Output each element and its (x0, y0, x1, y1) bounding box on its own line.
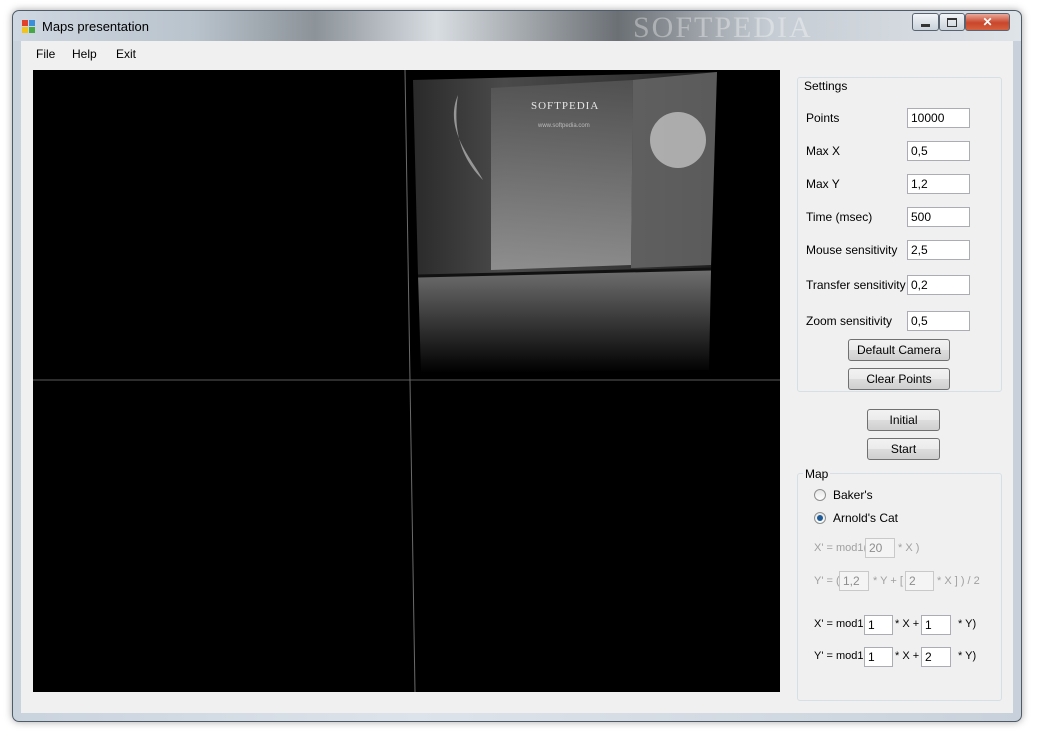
cat-x-mid: * X + (895, 618, 920, 630)
baker-x-input[interactable] (865, 538, 895, 558)
time-label: Time (msec) (806, 210, 873, 224)
cat-y-suffix: * Y) (958, 650, 977, 662)
start-button[interactable]: Start (867, 438, 940, 460)
mouse-sensitivity-label: Mouse sensitivity (806, 243, 898, 257)
map-group (797, 473, 1002, 701)
baker-y-mid: * Y + [ (873, 575, 903, 587)
initial-button[interactable]: Initial (867, 409, 940, 431)
default-camera-button[interactable]: Default Camera (848, 339, 950, 361)
baker-y-input-2[interactable] (905, 571, 934, 591)
clear-points-button[interactable]: Clear Points (848, 368, 950, 390)
transfer-sensitivity-input[interactable] (907, 275, 970, 295)
time-input[interactable] (907, 207, 970, 227)
client-area: File Help Exit SOFTPEDIA www.softpedia.c… (21, 41, 1013, 713)
viewport-brand: SOFTPEDIA (531, 100, 600, 112)
max-x-label: Max X (806, 144, 841, 158)
window-title: Maps presentation (42, 19, 149, 34)
baker-x-prefix: X' = mod1( (814, 542, 868, 554)
menu-exit[interactable]: Exit (116, 47, 136, 61)
vertical-axis (404, 70, 416, 692)
max-y-input[interactable] (907, 174, 970, 194)
zoom-sensitivity-label: Zoom sensitivity (806, 314, 893, 328)
maximize-button[interactable] (939, 13, 965, 31)
portrait-highlight (650, 112, 706, 168)
cat-y-prefix: Y' = mod1( (814, 650, 868, 662)
arnolds-cat-label[interactable]: Arnold's Cat (833, 511, 898, 525)
minimize-button[interactable] (912, 13, 939, 31)
title-bar[interactable]: SOFTPEDIA Maps presentation ✕ (13, 11, 1021, 41)
menu-bar: File Help Exit (21, 41, 1013, 67)
image-plane-reflection (418, 270, 711, 373)
app-icon (22, 20, 36, 34)
cat-y-mid: * X + (895, 650, 920, 662)
maximize-icon (947, 17, 957, 27)
points-input[interactable] (907, 108, 970, 128)
cat-y-a-input[interactable] (864, 647, 893, 667)
app-window: SOFTPEDIA Maps presentation ✕ File Help … (12, 10, 1022, 722)
cat-x-b-input[interactable] (921, 615, 951, 635)
viewport-site: www.softpedia.com (538, 123, 590, 129)
cat-x-prefix: X' = mod1( (814, 618, 868, 630)
close-icon: ✕ (982, 15, 993, 29)
max-x-input[interactable] (907, 141, 970, 161)
minimize-icon (921, 23, 930, 27)
image-plane-right (631, 72, 717, 268)
baker-x-suffix: * X ) (898, 542, 920, 554)
mouse-sensitivity-input[interactable] (907, 240, 970, 260)
arnolds-cat-radio[interactable] (814, 512, 826, 524)
cat-x-suffix: * Y) (958, 618, 977, 630)
close-button[interactable]: ✕ (965, 13, 1010, 31)
baker-y-suffix: * X ] ) / 2 (937, 575, 980, 587)
baker-y-input-1[interactable] (839, 571, 869, 591)
cat-x-a-input[interactable] (864, 615, 893, 635)
render-viewport[interactable]: SOFTPEDIA www.softpedia.com (33, 70, 780, 692)
zoom-sensitivity-input[interactable] (907, 311, 970, 331)
settings-title: Settings (802, 79, 850, 93)
transfer-sensitivity-label: Transfer sensitivity (806, 278, 906, 292)
baker-y-prefix: Y' = ( (814, 575, 840, 587)
title-watermark: SOFTPEDIA (633, 11, 813, 41)
menu-help[interactable]: Help (72, 47, 97, 61)
scene-canvas (33, 70, 780, 692)
menu-file[interactable]: File (36, 47, 55, 61)
max-y-label: Max Y (806, 177, 840, 191)
cat-y-b-input[interactable] (921, 647, 951, 667)
map-title: Map (803, 467, 831, 481)
bakers-label[interactable]: Baker's (833, 488, 873, 502)
bakers-radio[interactable] (814, 489, 826, 501)
points-label: Points (806, 111, 840, 125)
